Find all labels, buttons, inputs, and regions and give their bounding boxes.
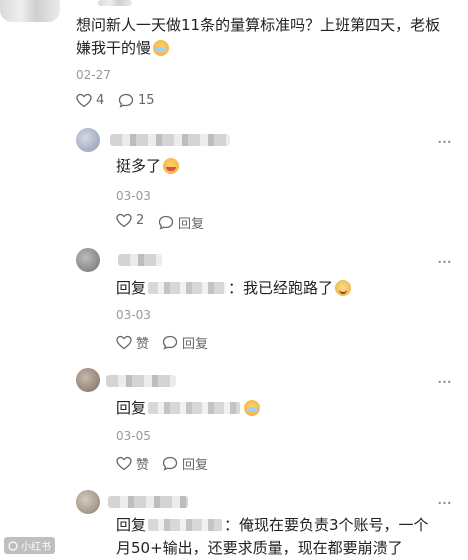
avatar[interactable]: [76, 128, 100, 152]
comment-1-reply-button[interactable]: 15: [118, 93, 155, 108]
reply-3-reply-button[interactable]: 回复: [162, 454, 208, 473]
crying-emoji-icon: [163, 158, 180, 174]
blurred-username[interactable]: [108, 496, 188, 508]
blurred-username[interactable]: [106, 375, 176, 387]
blurred-username[interactable]: [118, 254, 162, 266]
blurred-username[interactable]: [110, 134, 230, 146]
comment-1-like-count: 4: [96, 93, 105, 108]
more-horizontal-icon[interactable]: ···: [436, 374, 452, 392]
reply-3-like-button[interactable]: 赞: [116, 454, 149, 473]
blurred-mention[interactable]: [148, 282, 227, 294]
reply-1-reply-button[interactable]: 回复: [158, 213, 204, 232]
blurred-avatar-top: [98, 0, 132, 6]
watermark: 小红书: [4, 537, 55, 554]
reply-1-like-count: 2: [136, 213, 145, 228]
reply-2-date: 03-03: [116, 308, 151, 322]
comment-bubble-icon: [118, 93, 134, 108]
comment-bubble-icon: [162, 335, 178, 350]
reply-2-like-label: 赞: [136, 337, 150, 352]
blurred-mention[interactable]: [148, 519, 223, 531]
avatar[interactable]: [76, 490, 100, 514]
comment-1-like-button[interactable]: 4: [76, 93, 104, 108]
more-horizontal-icon[interactable]: ···: [436, 495, 452, 513]
avatar[interactable]: [76, 368, 100, 392]
sweat-emoji-icon: [153, 40, 170, 56]
happy-emoji-icon: [335, 280, 352, 296]
weibo-logo-icon: [8, 540, 18, 551]
reply-3-like-label: 赞: [136, 458, 150, 473]
reply-1-date: 03-03: [116, 189, 151, 203]
comment-bubble-icon: [162, 456, 178, 471]
reply-1-reply-label: 回复: [178, 217, 205, 232]
reply-3-date: 03-05: [116, 429, 151, 443]
reply-2-text: 回复 ：我已经跑路了: [116, 277, 352, 300]
comment-bubble-icon: [158, 215, 174, 230]
reply-1-text: 挺多了: [116, 155, 180, 178]
comment-1-text: 想问新人一天做11条的量算标准吗？上班第四天，老板 嫌我干的慢: [76, 16, 441, 57]
comment-1-date: 02-27: [76, 68, 111, 82]
avatar[interactable]: [76, 248, 100, 272]
heart-icon: [76, 93, 92, 108]
reply-4-text: 回复 ：俺现在要负责3个账号，一个 月50+输出，还要求质量，现在都要崩溃了: [116, 516, 429, 557]
reply-2-like-button[interactable]: 赞: [116, 333, 149, 352]
reply-3-text: 回复: [116, 397, 261, 420]
sweat-emoji-icon: [244, 400, 261, 416]
reply-3-reply-label: 回复: [182, 458, 209, 473]
more-horizontal-icon[interactable]: ···: [436, 254, 452, 272]
heart-icon: [116, 213, 132, 228]
reply-1-like-button[interactable]: 2: [116, 213, 144, 228]
reply-2-reply-label: 回复: [182, 337, 209, 352]
heart-icon: [116, 456, 132, 471]
more-horizontal-icon[interactable]: ···: [436, 134, 452, 152]
heart-icon: [116, 335, 132, 350]
reply-2-reply-button[interactable]: 回复: [162, 333, 208, 352]
comment-1-reply-count: 15: [138, 93, 155, 108]
blurred-mention[interactable]: [148, 402, 241, 414]
blurred-username-top: [0, 0, 60, 22]
